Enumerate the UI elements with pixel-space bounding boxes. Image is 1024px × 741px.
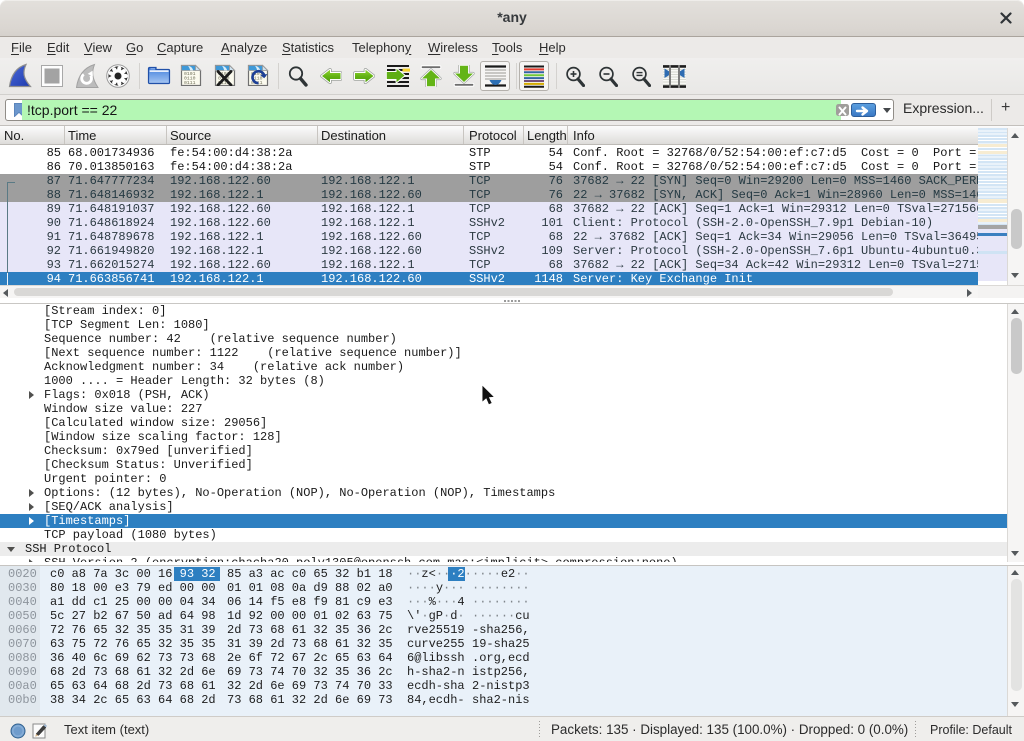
svg-text:0111: 0111 [184, 80, 196, 86]
